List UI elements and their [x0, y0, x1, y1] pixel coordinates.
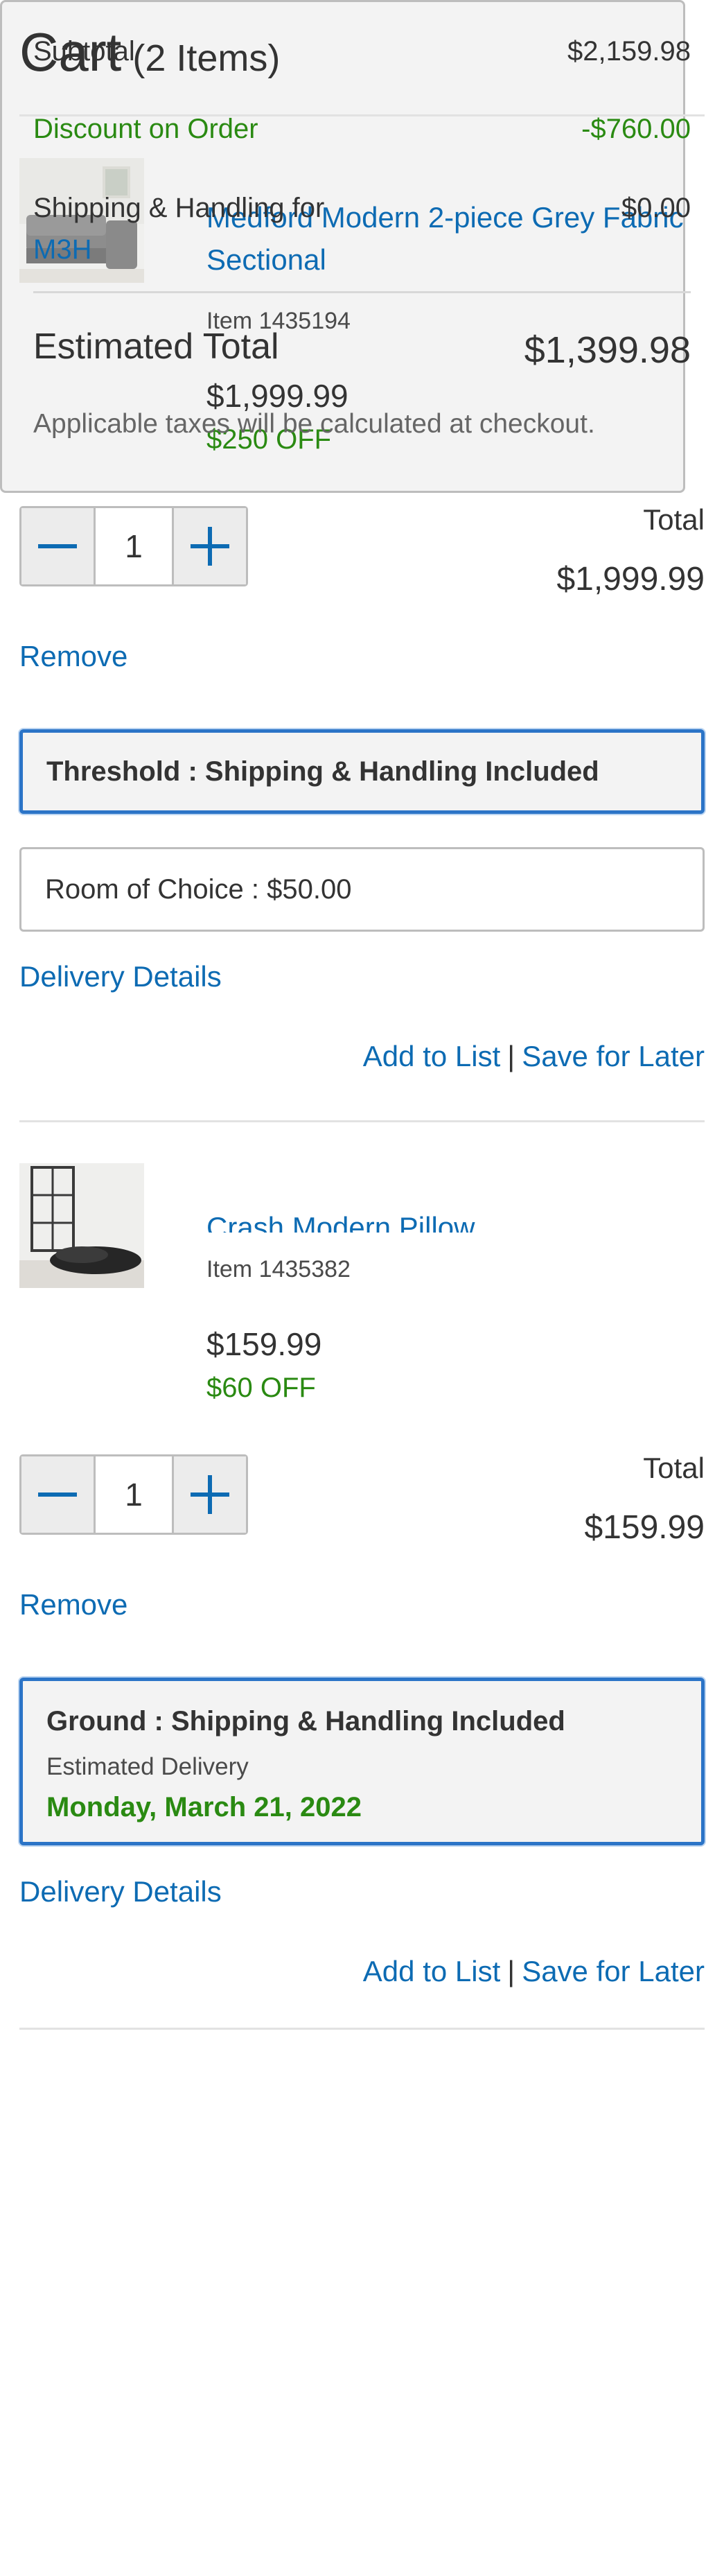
line-total: $1,999.99	[556, 561, 705, 598]
discount-label: Discount on Order	[33, 114, 258, 144]
subtotal-row: Subtotal $2,159.98	[33, 36, 691, 67]
minus-icon	[38, 1492, 77, 1497]
estimated-total-value: $1,399.98	[524, 329, 691, 371]
decrease-quantity-button[interactable]	[21, 508, 94, 584]
plus-icon	[191, 527, 229, 566]
estimated-delivery-date: Monday, March 21, 2022	[46, 1792, 362, 1822]
increase-quantity-button[interactable]	[174, 1456, 246, 1533]
divider	[19, 1120, 705, 1122]
shipping-option-selected[interactable]: Ground : Shipping & Handling Included Es…	[19, 1678, 705, 1845]
total-label: Total	[643, 1452, 705, 1484]
shipping-value: $0.00	[621, 193, 691, 223]
delivery-details-link[interactable]: Delivery Details	[19, 1875, 222, 1908]
shipping-row: Shipping & Handling for M3H $0.00	[33, 187, 691, 270]
remove-link[interactable]: Remove	[19, 1588, 127, 1621]
estimated-total-label: Estimated Total	[33, 327, 279, 367]
shipping-option[interactable]: Room of Choice : $50.00	[19, 847, 705, 932]
plus-icon	[191, 1475, 229, 1514]
shipping-option-label: Threshold : Shipping & Handling Included	[46, 756, 599, 787]
shipping-label: Shipping & Handling for	[33, 193, 325, 223]
subtotal-label: Subtotal	[33, 36, 135, 67]
add-to-list-link[interactable]: Add to List	[363, 1040, 500, 1072]
increase-quantity-button[interactable]	[174, 508, 246, 584]
discount-label: $60 OFF	[206, 1373, 316, 1403]
product-name-link[interactable]: Crash Modern Pillow	[206, 1206, 475, 1233]
quantity-stepper: 1	[19, 506, 248, 586]
product-price: $159.99	[206, 1326, 322, 1362]
save-for-later-link[interactable]: Save for Later	[522, 1955, 705, 1987]
decrease-quantity-button[interactable]	[21, 1456, 94, 1533]
summary-divider	[33, 291, 691, 293]
subtotal-value: $2,159.98	[567, 36, 691, 67]
save-for-later-link[interactable]: Save for Later	[522, 1040, 705, 1072]
shipping-postal-link[interactable]: M3H	[33, 229, 691, 270]
quantity-input[interactable]: 1	[94, 1456, 174, 1533]
discount-value: -$760.00	[581, 114, 691, 144]
tax-note: Applicable taxes will be calculated at c…	[33, 409, 595, 439]
separator: |	[507, 1040, 515, 1072]
shipping-option-label: Ground : Shipping & Handling Included	[46, 1706, 565, 1737]
separator: |	[507, 1955, 515, 1987]
remove-link[interactable]: Remove	[19, 640, 127, 673]
total-label: Total	[643, 503, 705, 536]
product-image-pillow[interactable]	[19, 1163, 144, 1288]
shipping-option-label: Room of Choice : $50.00	[45, 873, 352, 905]
item-actions: Add to List | Save for Later	[363, 1040, 705, 1073]
product-name-clip: Crash Modern Pillow	[206, 1206, 636, 1233]
quantity-input[interactable]: 1	[94, 508, 174, 584]
discount-row: Discount on Order -$760.00	[33, 114, 691, 145]
line-total: $159.99	[584, 1509, 705, 1546]
item-number: Item 1435382	[206, 1256, 351, 1282]
delivery-details-link[interactable]: Delivery Details	[19, 960, 222, 993]
shipping-option-selected[interactable]: Threshold : Shipping & Handling Included	[19, 729, 705, 814]
quantity-stepper: 1	[19, 1454, 248, 1535]
estimated-total-row: Estimated Total $1,399.98	[33, 326, 691, 371]
divider	[19, 2028, 705, 2030]
minus-icon	[38, 544, 77, 548]
item-actions: Add to List | Save for Later	[363, 1955, 705, 1988]
add-to-list-link[interactable]: Add to List	[363, 1955, 500, 1987]
estimated-delivery-label: Estimated Delivery	[46, 1753, 249, 1780]
